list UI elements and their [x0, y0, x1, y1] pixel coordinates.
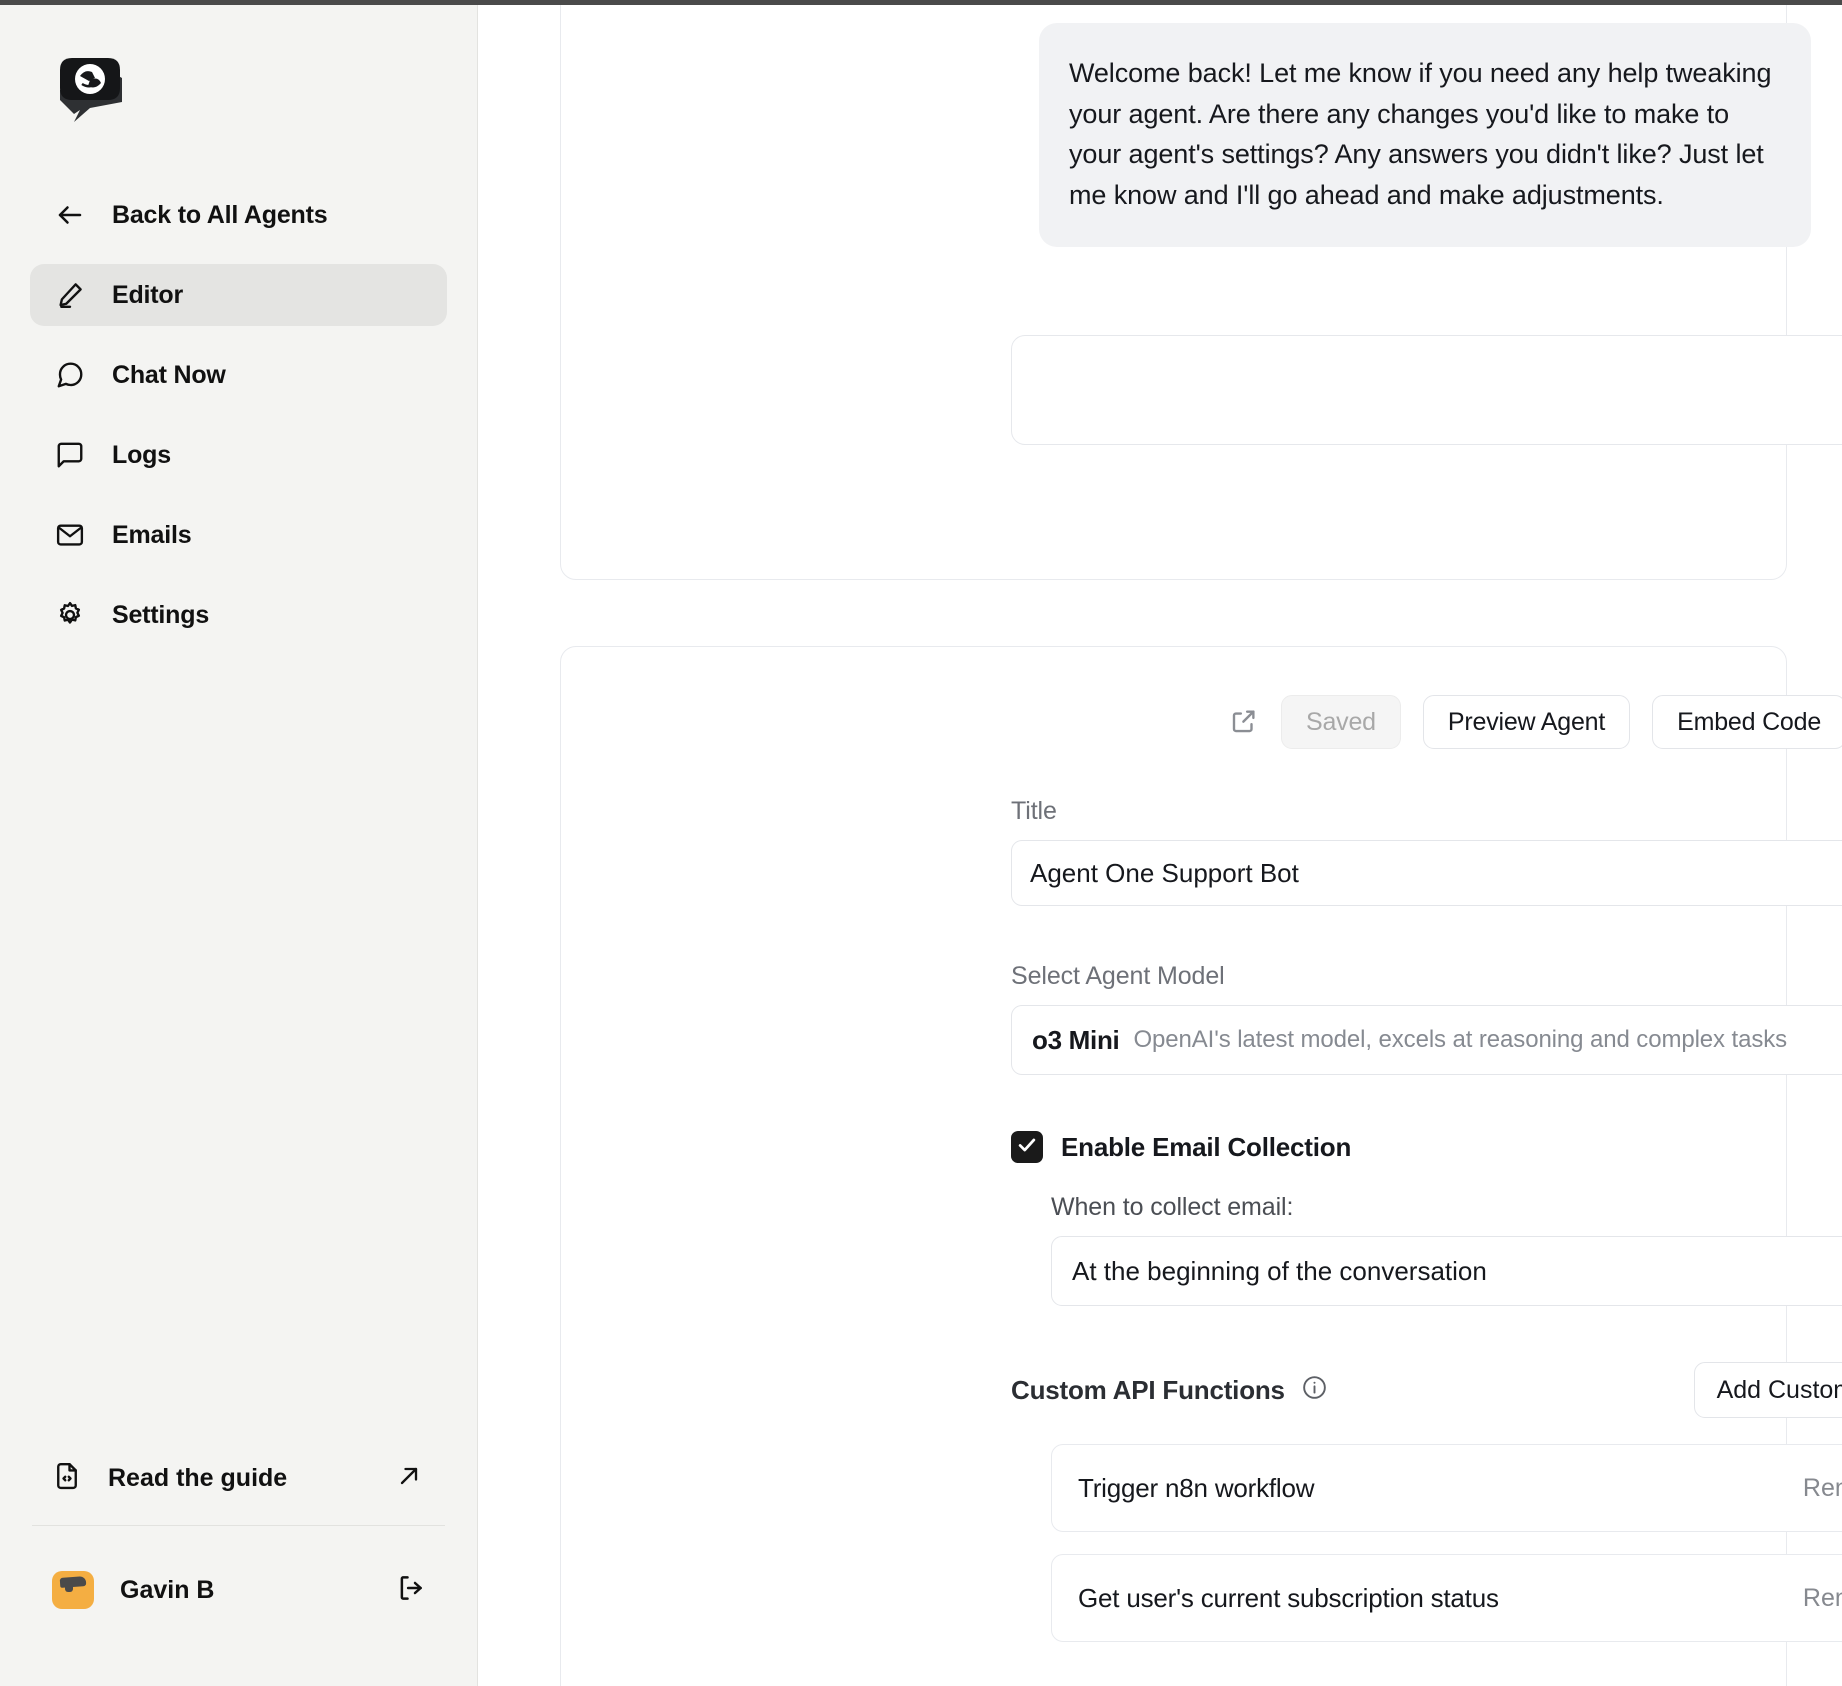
- window-top-strip: [0, 0, 1842, 5]
- sidebar-item-label: Editor: [112, 281, 183, 310]
- sidebar-item-back-to-all-agents[interactable]: Back to All Agents: [30, 184, 447, 246]
- sidebar-item-logs[interactable]: Logs: [30, 424, 447, 486]
- user-account-row[interactable]: Gavin B: [0, 1554, 477, 1626]
- user-name: Gavin B: [120, 1576, 369, 1605]
- enable-email-collection-label: Enable Email Collection: [1061, 1132, 1351, 1163]
- list-item[interactable]: Trigger n8n workflow Remove: [1051, 1444, 1842, 1532]
- api-function-name: Trigger n8n workflow: [1078, 1473, 1314, 1504]
- sidebar: Back to All Agents Editor Chat Now Logs: [0, 0, 478, 1686]
- assistant-message-text: Welcome back! Let me know if you need an…: [1069, 53, 1777, 215]
- file-code-icon: [52, 1461, 82, 1496]
- sidebar-spacer: [0, 664, 477, 1447]
- when-to-collect-value: At the beginning of the conversation: [1072, 1256, 1487, 1287]
- message-square-icon: [54, 439, 86, 471]
- sidebar-item-label: Back to All Agents: [112, 201, 327, 230]
- agent-model-description: OpenAI's latest model, excels at reasoni…: [1133, 1026, 1787, 1054]
- sidebar-item-label: Settings: [112, 601, 209, 630]
- agent-settings-panel: Saved Preview Agent Embed Code Unpublish…: [560, 646, 1787, 1686]
- saved-status-button[interactable]: Saved: [1281, 695, 1401, 749]
- spacer: [1011, 906, 1842, 962]
- sidebar-item-label: Emails: [112, 521, 191, 550]
- sidebar-nav: Back to All Agents Editor Chat Now Logs: [0, 184, 477, 664]
- custom-api-title-wrap: Custom API Functions: [1011, 1374, 1328, 1406]
- arrow-up-right-icon: [395, 1462, 423, 1495]
- info-icon[interactable]: [1301, 1374, 1328, 1406]
- envelope-icon: [54, 519, 86, 551]
- app-root: Back to All Agents Editor Chat Now Logs: [0, 0, 1842, 1686]
- settings-toolbar: Saved Preview Agent Embed Code Unpublish: [1229, 647, 1786, 749]
- settings-inner: Saved Preview Agent Embed Code Unpublish…: [561, 647, 1786, 1686]
- model-label: Select Agent Model: [1011, 962, 1842, 991]
- chat-panel: Welcome back! Let me know if you need an…: [560, 0, 1787, 580]
- gear-icon: [54, 599, 86, 631]
- logo-container: [0, 0, 477, 124]
- external-link-icon: [1229, 706, 1259, 739]
- custom-api-functions-list: Trigger n8n workflow Remove Get user's c…: [1051, 1444, 1842, 1642]
- spacer: [1011, 1306, 1842, 1362]
- sign-out-icon[interactable]: [395, 1573, 425, 1608]
- spacer: [1011, 1075, 1842, 1131]
- settings-form: Title Select Agent Model o3 Mini OpenAI'…: [1011, 797, 1842, 1664]
- when-to-collect-label: When to collect email:: [1051, 1193, 1842, 1222]
- main-content: Welcome back! Let me know if you need an…: [478, 0, 1842, 1686]
- arrow-left-icon: [54, 199, 86, 231]
- remove-api-function-button[interactable]: Remove: [1803, 1584, 1842, 1613]
- sidebar-item-editor[interactable]: Editor: [30, 264, 447, 326]
- pencil-icon: [54, 279, 86, 311]
- sidebar-item-settings[interactable]: Settings: [30, 584, 447, 646]
- title-label: Title: [1011, 797, 1842, 826]
- remove-api-function-button[interactable]: Remove: [1803, 1474, 1842, 1503]
- when-to-collect-block: When to collect email: At the beginning …: [1051, 1193, 1842, 1306]
- custom-api-functions-title: Custom API Functions: [1011, 1375, 1285, 1406]
- external-link-button[interactable]: [1229, 702, 1259, 742]
- title-input[interactable]: [1011, 840, 1842, 906]
- add-custom-api-button[interactable]: Add Custom API: [1694, 1362, 1842, 1418]
- read-the-guide-label: Read the guide: [108, 1464, 369, 1493]
- enable-email-collection-checkbox[interactable]: [1011, 1131, 1043, 1163]
- embed-code-button[interactable]: Embed Code: [1652, 695, 1842, 749]
- sidebar-item-emails[interactable]: Emails: [30, 504, 447, 566]
- agent-model-name: o3 Mini: [1032, 1025, 1119, 1056]
- avatar: [52, 1571, 94, 1609]
- chat-bubble-icon: [54, 359, 86, 391]
- assistant-message-bubble: Welcome back! Let me know if you need an…: [1039, 23, 1811, 247]
- custom-api-functions-header: Custom API Functions Add Custom API: [1011, 1362, 1842, 1418]
- sidebar-item-chat-now[interactable]: Chat Now: [30, 344, 447, 406]
- list-item[interactable]: Get user's current subscription status R…: [1051, 1554, 1842, 1642]
- chat-composer[interactable]: [1011, 335, 1842, 445]
- api-function-name: Get user's current subscription status: [1078, 1583, 1499, 1614]
- when-to-collect-select[interactable]: At the beginning of the conversation: [1051, 1236, 1842, 1306]
- agent-one-logo: [52, 52, 130, 124]
- preview-agent-button[interactable]: Preview Agent: [1423, 695, 1630, 749]
- sidebar-divider: [32, 1525, 445, 1526]
- sidebar-item-label: Chat Now: [112, 361, 226, 390]
- sidebar-item-label: Logs: [112, 441, 171, 470]
- chat-input[interactable]: [1012, 336, 1842, 444]
- agent-model-select[interactable]: o3 Mini OpenAI's latest model, excels at…: [1011, 1005, 1842, 1075]
- chat-inner: Welcome back! Let me know if you need an…: [561, 0, 1786, 579]
- enable-email-collection-row[interactable]: Enable Email Collection: [1011, 1131, 1842, 1163]
- check-icon: [1016, 1134, 1038, 1161]
- read-the-guide-link[interactable]: Read the guide: [0, 1447, 477, 1509]
